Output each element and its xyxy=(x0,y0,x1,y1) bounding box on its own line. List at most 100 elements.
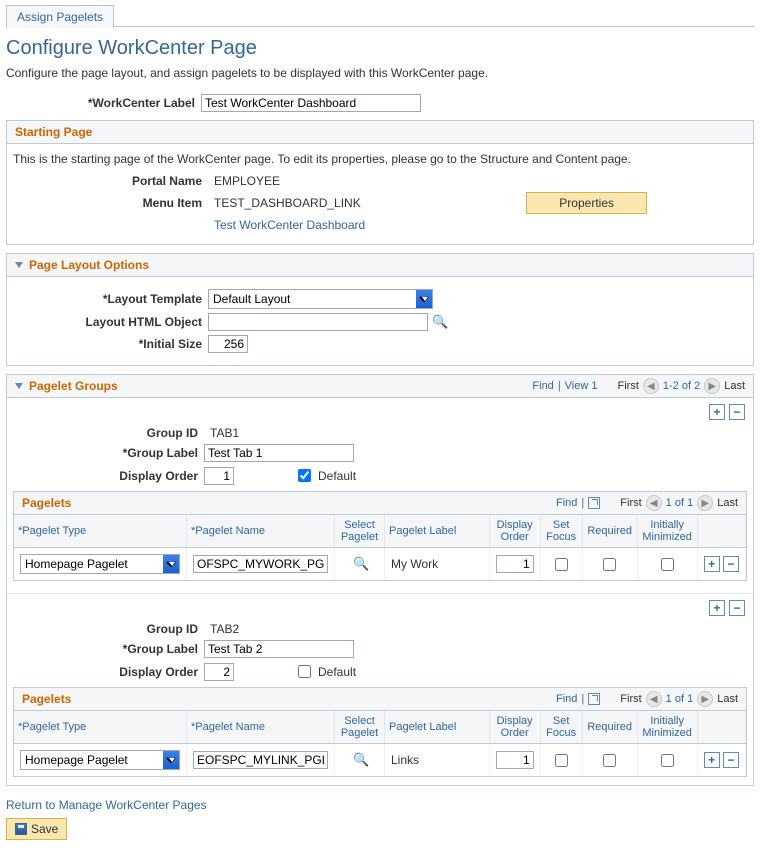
prev-icon[interactable]: ◀ xyxy=(646,495,662,511)
properties-button[interactable]: Properties xyxy=(526,192,647,214)
display-order-input[interactable] xyxy=(204,467,234,485)
pagelet-type-select[interactable]: Homepage Pagelet xyxy=(20,750,180,770)
col-display-order[interactable]: Display Order xyxy=(489,515,540,548)
pagelet-name-input[interactable] xyxy=(193,555,328,573)
select-pagelet-lookup-icon[interactable]: 🔍 xyxy=(353,752,369,767)
first-label: First xyxy=(618,380,639,392)
col-display-order[interactable]: Display Order xyxy=(489,711,540,744)
display-order-label: Display Order xyxy=(9,469,204,483)
default-checkbox[interactable] xyxy=(298,665,311,678)
initially-minimized-checkbox[interactable] xyxy=(661,754,674,767)
col-pagelet-name[interactable]: *Pagelet Name xyxy=(187,515,335,548)
find-link[interactable]: Find xyxy=(532,380,553,392)
pagelet-row: Homepage Pagelet 🔍 Links + − xyxy=(14,744,746,777)
required-checkbox[interactable] xyxy=(603,754,616,767)
col-set-focus[interactable]: Set Focus xyxy=(540,711,582,744)
pagelet-order-input[interactable] xyxy=(496,555,534,573)
pagelets-grid: Pagelets Find | First ◀ 1 of 1 ▶ Last *P… xyxy=(13,491,747,581)
starting-page-link[interactable]: Test WorkCenter Dashboard xyxy=(208,218,365,232)
group-id-value: TAB1 xyxy=(204,426,239,440)
col-pagelet-type[interactable]: *Pagelet Type xyxy=(14,515,187,548)
col-select-pagelet[interactable]: Select Pagelet xyxy=(335,711,385,744)
set-focus-checkbox[interactable] xyxy=(555,754,568,767)
last-label: Last xyxy=(717,497,738,509)
col-required[interactable]: Required xyxy=(582,711,637,744)
pagelet-order-input[interactable] xyxy=(496,751,534,769)
pagelet-groups-section: Pagelet Groups Find | View 1 First ◀ 1-2… xyxy=(6,374,754,786)
add-row-icon[interactable]: + xyxy=(709,600,725,616)
col-required[interactable]: Required xyxy=(582,515,637,548)
set-focus-checkbox[interactable] xyxy=(555,558,568,571)
portal-name-value: EMPLOYEE xyxy=(208,174,280,188)
col-initially-minimized[interactable]: Initially Minimized xyxy=(637,515,697,548)
menu-item-label: Menu Item xyxy=(13,196,208,210)
select-pagelet-lookup-icon[interactable]: 🔍 xyxy=(353,556,369,571)
last-label: Last xyxy=(724,380,745,392)
group-label-input[interactable] xyxy=(204,640,354,658)
pagelet-groups-title: Pagelet Groups xyxy=(29,379,118,393)
instructions: Configure the page layout, and assign pa… xyxy=(6,66,754,80)
workcenter-label-label: *WorkCenter Label xyxy=(6,96,201,110)
display-order-input[interactable] xyxy=(204,663,234,681)
layout-html-label: Layout HTML Object xyxy=(13,315,208,329)
pagelet-group: + − Group ID TAB1 *Group Label Display O… xyxy=(7,398,753,589)
pagelet-label-value: Links xyxy=(385,744,490,777)
collapse-icon[interactable] xyxy=(15,383,23,389)
group-id-value: TAB2 xyxy=(204,622,239,636)
col-initially-minimized[interactable]: Initially Minimized xyxy=(637,711,697,744)
col-pagelet-label[interactable]: Pagelet Label xyxy=(385,515,490,548)
starting-page-text: This is the starting page of the WorkCen… xyxy=(13,152,747,166)
save-button[interactable]: Save xyxy=(6,818,67,840)
col-pagelet-type[interactable]: *Pagelet Type xyxy=(14,711,187,744)
initial-size-label: *Initial Size xyxy=(13,337,208,351)
pagelets-title: Pagelets xyxy=(22,692,71,706)
initially-minimized-checkbox[interactable] xyxy=(661,558,674,571)
group-label-input[interactable] xyxy=(204,444,354,462)
menu-item-value: TEST_DASHBOARD_LINK xyxy=(208,196,526,210)
delete-row-icon[interactable]: − xyxy=(723,752,739,768)
popout-icon[interactable] xyxy=(588,693,600,705)
required-checkbox[interactable] xyxy=(603,558,616,571)
default-checkbox[interactable] xyxy=(298,469,311,482)
pagelets-title: Pagelets xyxy=(22,496,71,510)
add-row-icon[interactable]: + xyxy=(704,556,720,572)
tab-assign-pagelets[interactable]: Assign Pagelets xyxy=(6,5,114,28)
col-pagelet-name[interactable]: *Pagelet Name xyxy=(187,711,335,744)
return-link[interactable]: Return to Manage WorkCenter Pages xyxy=(6,798,207,812)
prev-icon[interactable]: ◀ xyxy=(643,378,659,394)
popout-icon[interactable] xyxy=(588,497,600,509)
delete-row-icon[interactable]: − xyxy=(723,556,739,572)
col-select-pagelet[interactable]: Select Pagelet xyxy=(335,515,385,548)
next-icon[interactable]: ▶ xyxy=(697,691,713,707)
display-order-label: Display Order xyxy=(9,665,204,679)
pagelet-label-value: My Work xyxy=(385,548,490,581)
col-pagelet-label[interactable]: Pagelet Label xyxy=(385,711,490,744)
range-label: 1 of 1 xyxy=(666,693,694,705)
add-row-icon[interactable]: + xyxy=(704,752,720,768)
layout-template-select[interactable]: Default Layout xyxy=(208,289,433,309)
col-set-focus[interactable]: Set Focus xyxy=(540,515,582,548)
collapse-icon[interactable] xyxy=(15,262,23,268)
delete-row-icon[interactable]: − xyxy=(729,404,745,420)
page-layout-section: Page Layout Options *Layout Template Def… xyxy=(6,253,754,366)
layout-html-lookup-icon[interactable]: 🔍 xyxy=(432,314,448,330)
group-id-label: Group ID xyxy=(9,426,204,440)
layout-template-label: *Layout Template xyxy=(13,292,208,306)
initial-size-input[interactable] xyxy=(208,335,248,353)
pagelet-name-input[interactable] xyxy=(193,751,328,769)
view-all-link[interactable]: View 1 xyxy=(565,380,598,392)
pagelet-type-select[interactable]: Homepage Pagelet xyxy=(20,554,180,574)
next-icon[interactable]: ▶ xyxy=(704,378,720,394)
prev-icon[interactable]: ◀ xyxy=(646,691,662,707)
workcenter-label-input[interactable] xyxy=(201,94,421,112)
add-row-icon[interactable]: + xyxy=(709,404,725,420)
layout-html-input[interactable] xyxy=(208,313,428,331)
delete-row-icon[interactable]: − xyxy=(729,600,745,616)
page-layout-title: Page Layout Options xyxy=(29,258,149,272)
find-link[interactable]: Find xyxy=(556,497,577,509)
next-icon[interactable]: ▶ xyxy=(697,495,713,511)
find-link[interactable]: Find xyxy=(556,693,577,705)
pagelets-grid: Pagelets Find | First ◀ 1 of 1 ▶ Last *P… xyxy=(13,687,747,777)
first-label: First xyxy=(620,497,641,509)
save-icon xyxy=(15,823,27,835)
